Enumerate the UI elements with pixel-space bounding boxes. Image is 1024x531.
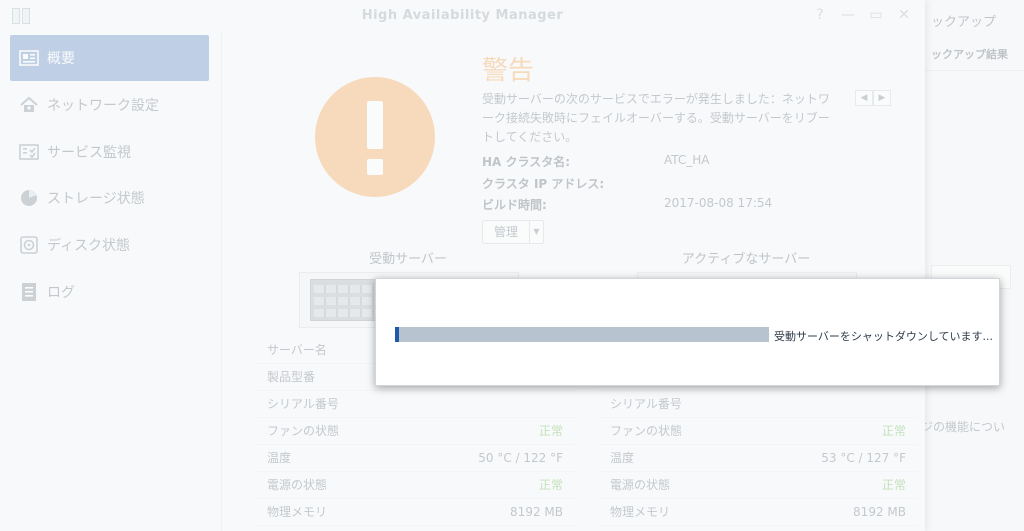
overview-icon bbox=[18, 47, 40, 69]
spec-key: 製品型番 bbox=[267, 370, 316, 384]
passive-server-heading: 受動サーバー bbox=[369, 252, 447, 267]
sidebar-item-storage[interactable]: ストレージ状態 bbox=[10, 175, 209, 221]
sidebar-item-network[interactable]: ネットワーク設定 bbox=[10, 82, 209, 128]
power-status-value: 正常 bbox=[881, 478, 906, 492]
spec-key: シリアル番号 bbox=[267, 397, 339, 411]
progress-message: 受動サーバーをシャットダウンしています... bbox=[774, 330, 994, 343]
maximize-button[interactable]: ▭ bbox=[867, 6, 885, 24]
log-icon bbox=[18, 281, 40, 303]
table-row: 温度 53 °C / 127 °F bbox=[598, 445, 918, 472]
spec-key: ファンの状態 bbox=[267, 424, 340, 438]
window-title: High Availability Manager bbox=[361, 8, 564, 23]
sidebar-item-log[interactable]: ログ bbox=[10, 269, 209, 315]
spec-key: 物理メモリ bbox=[610, 505, 671, 519]
close-button[interactable]: ✕ bbox=[895, 6, 913, 24]
sidebar-item-service-monitor[interactable]: サービス監視 bbox=[10, 129, 209, 175]
power-status-value: 正常 bbox=[538, 478, 563, 492]
temperature-value: 53 °C / 127 °F bbox=[821, 451, 906, 465]
build-time-label: ビルド時間: bbox=[482, 198, 547, 212]
spec-key: シリアル番号 bbox=[610, 397, 682, 411]
sidebar-item-label: サービス監視 bbox=[47, 145, 131, 161]
sidebar-item-label: ディスク状態 bbox=[47, 238, 131, 254]
spec-key: 電源の状態 bbox=[267, 478, 328, 492]
sidebar-item-label: ネットワーク設定 bbox=[47, 98, 159, 114]
memory-value: 8192 MB bbox=[510, 505, 563, 519]
fan-status-value: 正常 bbox=[881, 424, 906, 438]
sidebar-item-label: 概要 bbox=[47, 51, 75, 67]
temperature-value: 50 °C / 122 °F bbox=[478, 451, 563, 465]
storage-pie-icon bbox=[18, 187, 40, 209]
sidebar-item-label: ストレージ状態 bbox=[47, 191, 145, 207]
cluster-ip-label: クラスタ IP アドレス: bbox=[482, 177, 605, 191]
spec-key: サーバー名 bbox=[267, 343, 327, 357]
active-server-heading: アクティブなサーバー bbox=[681, 252, 811, 267]
help-button[interactable]: ? bbox=[811, 6, 829, 24]
disk-icon bbox=[18, 234, 40, 256]
table-row: ファンの状態 正常 bbox=[598, 418, 918, 445]
table-row: シリアル番号 bbox=[255, 391, 575, 418]
table-row: 電源の状態 正常 bbox=[598, 472, 918, 499]
progress-fill bbox=[395, 327, 399, 342]
table-row: 物理メモリ 8192 MB bbox=[598, 499, 918, 526]
table-row: 物理メモリ 8192 MB bbox=[255, 499, 575, 526]
titlebar[interactable]: High Availability Manager ? — ▭ ✕ bbox=[0, 0, 925, 32]
chevron-down-icon[interactable]: ▼ bbox=[529, 221, 543, 243]
spec-key: 電源の状態 bbox=[610, 478, 671, 492]
spec-key: 温度 bbox=[267, 451, 292, 465]
divider bbox=[921, 70, 1024, 71]
sidebar-item-overview[interactable]: 概要 bbox=[10, 35, 209, 81]
cluster-name-label: HA クラスタ名: bbox=[482, 155, 571, 169]
minimize-button[interactable]: — bbox=[839, 6, 857, 24]
spec-key: ファンの状態 bbox=[610, 424, 683, 438]
cluster-name-value: ATC_HA bbox=[664, 153, 710, 167]
memory-value: 8192 MB bbox=[853, 505, 906, 519]
next-button[interactable]: ▶ bbox=[873, 90, 891, 106]
warning-icon bbox=[315, 77, 435, 197]
sidebar: 概要 ネットワーク設定 サービス監視 ストレージ状態 ディスク状態 ログ bbox=[0, 32, 222, 531]
manage-button[interactable]: 管理 ▼ bbox=[482, 220, 544, 244]
table-row: 電源の状態 正常 bbox=[255, 472, 575, 499]
table-row: シリアル番号 bbox=[598, 391, 918, 418]
manage-button-label: 管理 bbox=[493, 225, 518, 239]
background-window-subtitle: ックアップ結果 bbox=[931, 48, 1008, 61]
background-window: ックアップ ックアップ結果 ジの機能につい bbox=[920, 0, 1024, 531]
fan-status-value: 正常 bbox=[538, 424, 563, 438]
spec-key: 物理メモリ bbox=[267, 505, 328, 519]
build-time-value: 2017-08-08 17:54 bbox=[664, 196, 773, 210]
progress-bar bbox=[395, 327, 769, 342]
table-row: 温度 50 °C / 122 °F bbox=[255, 445, 575, 472]
sidebar-item-disk[interactable]: ディスク状態 bbox=[10, 222, 209, 268]
previous-button[interactable]: ◀ bbox=[855, 90, 873, 106]
background-window-text: ジの機能につい bbox=[921, 420, 1006, 434]
sidebar-item-label: ログ bbox=[47, 285, 75, 301]
network-icon bbox=[18, 94, 40, 116]
table-row: ファンの状態 正常 bbox=[255, 418, 575, 445]
progress-dialog: 受動サーバーをシャットダウンしています... bbox=[375, 278, 1000, 386]
warning-description: 受動サーバーの次のサービスでエラーが発生しました：ネットワーク接続失敗時にフェイ… bbox=[482, 92, 830, 144]
background-window-title: ックアップ bbox=[931, 15, 997, 30]
main-window: High Availability Manager ? — ▭ ✕ 概要 ネット… bbox=[0, 0, 925, 531]
warning-pager: ◀ ▶ bbox=[855, 90, 891, 106]
spec-key: 温度 bbox=[610, 451, 635, 465]
warning-title: 警告 bbox=[482, 56, 535, 86]
service-monitor-icon bbox=[18, 141, 40, 163]
